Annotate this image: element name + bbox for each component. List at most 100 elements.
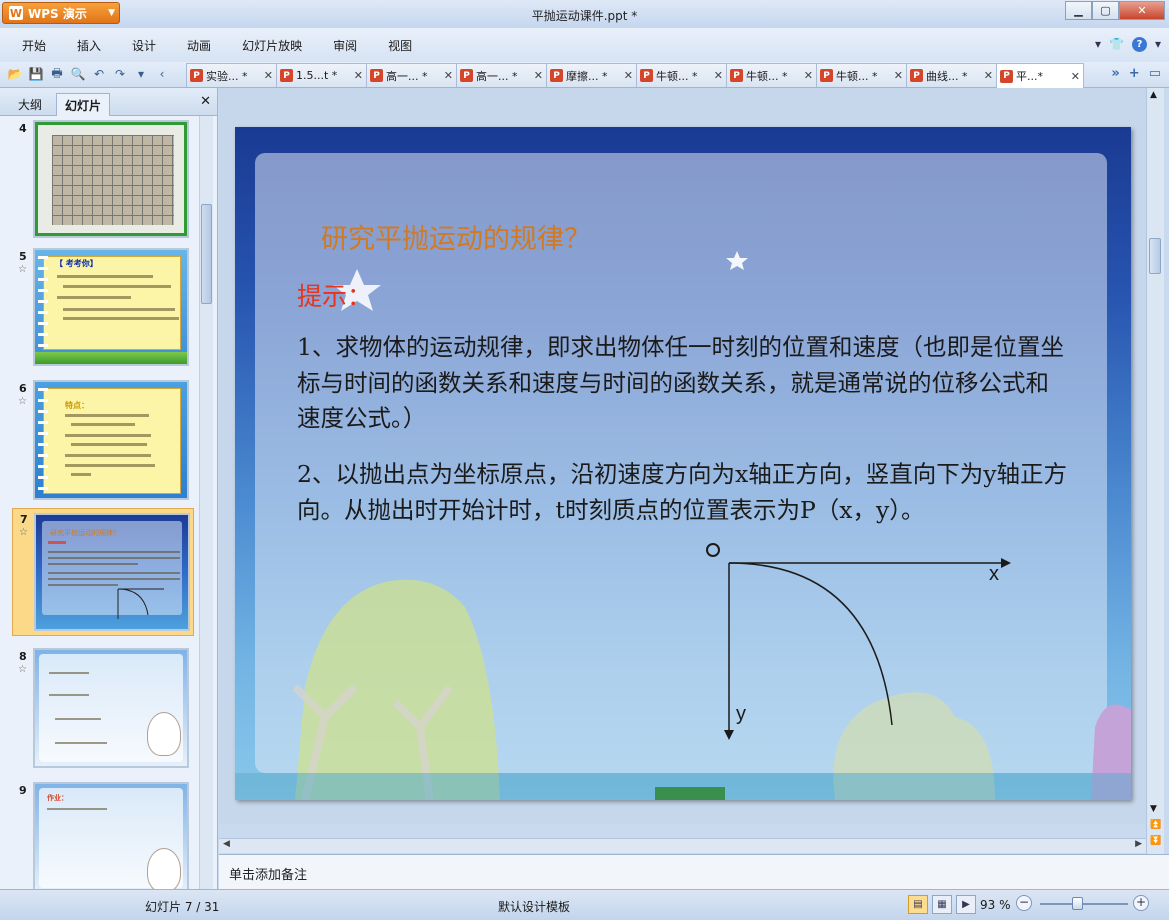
normal-view-icon[interactable]: ▤: [908, 895, 928, 914]
thumbnail-list: 4 5 ☆ 【 考考你】 6 ☆ 特点： 7 ☆ 研究平抛运动的规律？ 8 ☆ …: [0, 116, 200, 889]
doc-tab[interactable]: P 牛顿... * ✕: [636, 63, 727, 87]
title-bar: W WPS 演示 ▼ 平抛运动课件.ppt * ▁ ▢ ✕: [0, 0, 1169, 28]
maximize-button[interactable]: ▢: [1092, 1, 1119, 20]
close-icon[interactable]: ✕: [200, 94, 211, 109]
close-icon[interactable]: ✕: [984, 69, 993, 82]
doc-tab[interactable]: P 1.5...t * ✕: [276, 63, 367, 87]
slideshow-icon[interactable]: ▶: [956, 895, 976, 914]
thumbnail-scrollbar[interactable]: [199, 116, 213, 889]
skin-icon[interactable]: 👕: [1109, 37, 1124, 52]
doc-tab[interactable]: P 牛顿... * ✕: [726, 63, 817, 87]
doc-tab-label: 摩擦... *: [566, 69, 608, 83]
doc-tab[interactable]: P 高一... * ✕: [366, 63, 457, 87]
doc-tab[interactable]: P 摩擦... * ✕: [546, 63, 637, 87]
close-icon[interactable]: ✕: [444, 69, 453, 82]
menu-animation[interactable]: 动画: [187, 37, 211, 54]
close-icon[interactable]: ✕: [264, 69, 273, 82]
menu-design[interactable]: 设计: [132, 37, 156, 54]
close-button[interactable]: ✕: [1119, 1, 1165, 20]
zoom-slider[interactable]: [1040, 903, 1128, 905]
doc-tab[interactable]: P 高一... * ✕: [456, 63, 547, 87]
doc-tab-label: 实验... *: [206, 69, 248, 83]
menu-review[interactable]: 审阅: [333, 37, 357, 54]
tab-scroll-left-icon[interactable]: ‹: [153, 65, 171, 83]
tab-tools: » + ▭: [1111, 66, 1161, 81]
thumbnail-item[interactable]: 6 ☆ 特点：: [12, 378, 194, 502]
slide-canvas[interactable]: 研究平抛运动的规律？ 提示： 1、求物体的运动规律，即求出物体任一时刻的位置和速…: [235, 127, 1131, 800]
editor-vertical-scrollbar[interactable]: ▲ ▼ ⏫ ⏬: [1146, 88, 1164, 854]
menu-home[interactable]: 开始: [22, 37, 46, 54]
tab-slides[interactable]: 幻灯片: [56, 93, 111, 116]
slide-number: 6: [19, 382, 27, 395]
close-icon[interactable]: ✕: [714, 69, 723, 82]
slide-thumbnail: [33, 648, 189, 768]
editor-horizontal-scrollbar[interactable]: ◀ ▶: [219, 838, 1146, 853]
close-icon[interactable]: ✕: [894, 69, 903, 82]
close-icon[interactable]: ✕: [354, 69, 363, 82]
thumbnail-item[interactable]: 9 作业：: [12, 780, 194, 889]
thumbnail-item[interactable]: 4: [12, 118, 194, 244]
thumbnail-heading: 研究平抛运动的规律？: [50, 529, 120, 537]
scrollbar-thumb[interactable]: [1149, 238, 1161, 274]
scrollbar-thumb[interactable]: [201, 204, 212, 304]
thumbnail-item[interactable]: 5 ☆ 【 考考你】: [12, 246, 194, 370]
scroll-up-icon[interactable]: ▲: [1150, 90, 1157, 100]
open-icon[interactable]: 📂: [6, 65, 24, 83]
ribbon-collapse-icon[interactable]: ▾: [1095, 37, 1101, 52]
tab-outline[interactable]: 大纲: [10, 93, 50, 116]
tab-list-icon[interactable]: ▭: [1149, 66, 1161, 81]
doc-tab[interactable]: P 实验... * ✕: [186, 63, 277, 87]
doc-tab-active[interactable]: P 平...* ✕: [996, 63, 1084, 88]
redo-icon[interactable]: ↷: [111, 65, 129, 83]
doc-tab-label: 1.5...t *: [296, 69, 338, 82]
help-dropdown-icon[interactable]: ▾: [1155, 37, 1161, 52]
scroll-right-icon[interactable]: ▶: [1135, 839, 1142, 849]
doc-tab-label: 牛顿... *: [836, 69, 878, 83]
minimize-button[interactable]: ▁: [1065, 1, 1092, 20]
close-icon[interactable]: ✕: [1071, 70, 1080, 83]
close-icon[interactable]: ✕: [804, 69, 813, 82]
thumbnail-item-selected[interactable]: 7 ☆ 研究平抛运动的规律？: [12, 508, 194, 636]
document-tabs: P 实验... * ✕ P 1.5...t * ✕ P 高一... * ✕ P 高一... *…: [186, 63, 1084, 88]
next-slide-icon[interactable]: ⏬: [1150, 836, 1161, 846]
help-icon[interactable]: ?: [1131, 37, 1147, 52]
thumbnail-background: [35, 122, 187, 236]
slide-thumbnail: 研究平抛运动的规律？: [34, 513, 190, 631]
slide-paragraph-2: 2、以抛出点为坐标原点，沿初速度方向为x轴正方向，竖直向下为y轴正方向。从抛出时…: [297, 460, 1067, 524]
doc-tab-label: 高一... *: [386, 69, 428, 83]
scroll-down-icon[interactable]: ▼: [1150, 804, 1157, 814]
scroll-left-icon[interactable]: ◀: [223, 839, 230, 849]
doc-tab[interactable]: P 曲线... * ✕: [906, 63, 997, 87]
previous-slide-icon[interactable]: ⏫: [1150, 820, 1161, 830]
notes-pane[interactable]: 单击添加备注: [219, 854, 1169, 889]
zoom-slider-handle[interactable]: [1072, 897, 1083, 910]
close-icon[interactable]: ✕: [624, 69, 633, 82]
cartoon-mascot-icon: [147, 712, 181, 756]
undo-icon[interactable]: ↶: [90, 65, 108, 83]
menu-bar: 开始 插入 设计 动画 幻灯片放映 审阅 视图 ▾ 👕 ? ▾: [0, 28, 1169, 62]
menu-insert[interactable]: 插入: [77, 37, 101, 54]
ppt-file-icon: P: [730, 69, 743, 82]
slides-panel: 大纲 幻灯片 ✕ 4 5 ☆ 【 考考你】 6 ☆ 特点： 7 ☆ 研究平抛运动…: [0, 88, 218, 889]
design-template-name: 默认设计模板: [498, 900, 571, 914]
close-icon[interactable]: ✕: [534, 69, 543, 82]
slide-sorter-icon[interactable]: ▦: [932, 895, 952, 914]
menu-view[interactable]: 视图: [388, 37, 412, 54]
doc-tab[interactable]: P 牛顿... * ✕: [816, 63, 907, 87]
tab-scroll-right-icon[interactable]: »: [1111, 66, 1119, 81]
print-preview-icon[interactable]: 🔍: [69, 65, 87, 83]
save-icon[interactable]: 💾: [27, 65, 45, 83]
print-icon[interactable]: 🖶: [48, 65, 66, 83]
notes-placeholder: 单击添加备注: [229, 868, 308, 883]
animation-star-icon: ☆: [19, 527, 28, 538]
customize-dropdown-icon[interactable]: ▾: [132, 65, 150, 83]
slide-thumbnail: [33, 120, 189, 238]
thumbnail-item[interactable]: 8 ☆: [12, 646, 194, 770]
x-axis-label: x: [989, 563, 999, 585]
zoom-out-button[interactable]: −: [1016, 895, 1032, 911]
zoom-in-button[interactable]: +: [1133, 895, 1149, 911]
new-tab-icon[interactable]: +: [1129, 66, 1140, 81]
cartoon-mascot-icon: [147, 848, 181, 889]
ppt-file-icon: P: [910, 69, 923, 82]
menu-slideshow[interactable]: 幻灯片放映: [242, 37, 302, 54]
